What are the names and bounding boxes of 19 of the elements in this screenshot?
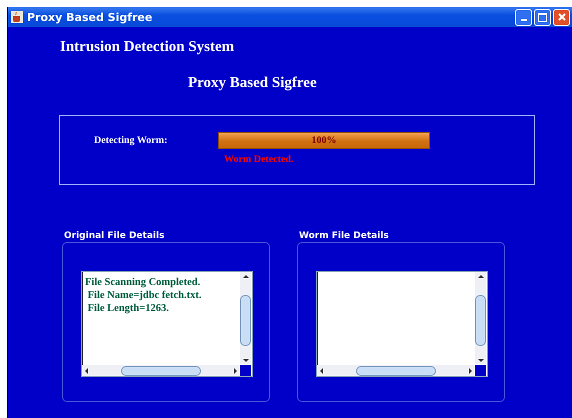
- scrollbar-corner: [475, 365, 486, 376]
- minimize-button[interactable]: [515, 8, 532, 26]
- horizontal-scrollbar[interactable]: [82, 365, 240, 376]
- status-message: Worm Detected.: [224, 154, 294, 165]
- detecting-label: Detecting Worm:: [94, 135, 168, 146]
- app-heading: Intrusion Detection System: [60, 39, 236, 56]
- window-title: Proxy Based Sigfree: [27, 10, 152, 24]
- close-button[interactable]: [553, 8, 570, 26]
- panel-title: Original File Details: [64, 231, 166, 242]
- scrollbar-corner: [240, 365, 251, 376]
- horizontal-scrollbar[interactable]: [317, 365, 475, 376]
- close-icon: [556, 12, 566, 22]
- maximize-button[interactable]: [534, 8, 551, 26]
- app-subtitle: Proxy Based Sigfree: [188, 75, 317, 91]
- progress-reading: 100%: [310, 135, 338, 146]
- panel-title: Worm File Details: [299, 231, 390, 242]
- vertical-scrollbar[interactable]: [240, 272, 251, 365]
- vertical-scrollbar[interactable]: [475, 272, 486, 365]
- coffee-cup-icon: [11, 11, 23, 23]
